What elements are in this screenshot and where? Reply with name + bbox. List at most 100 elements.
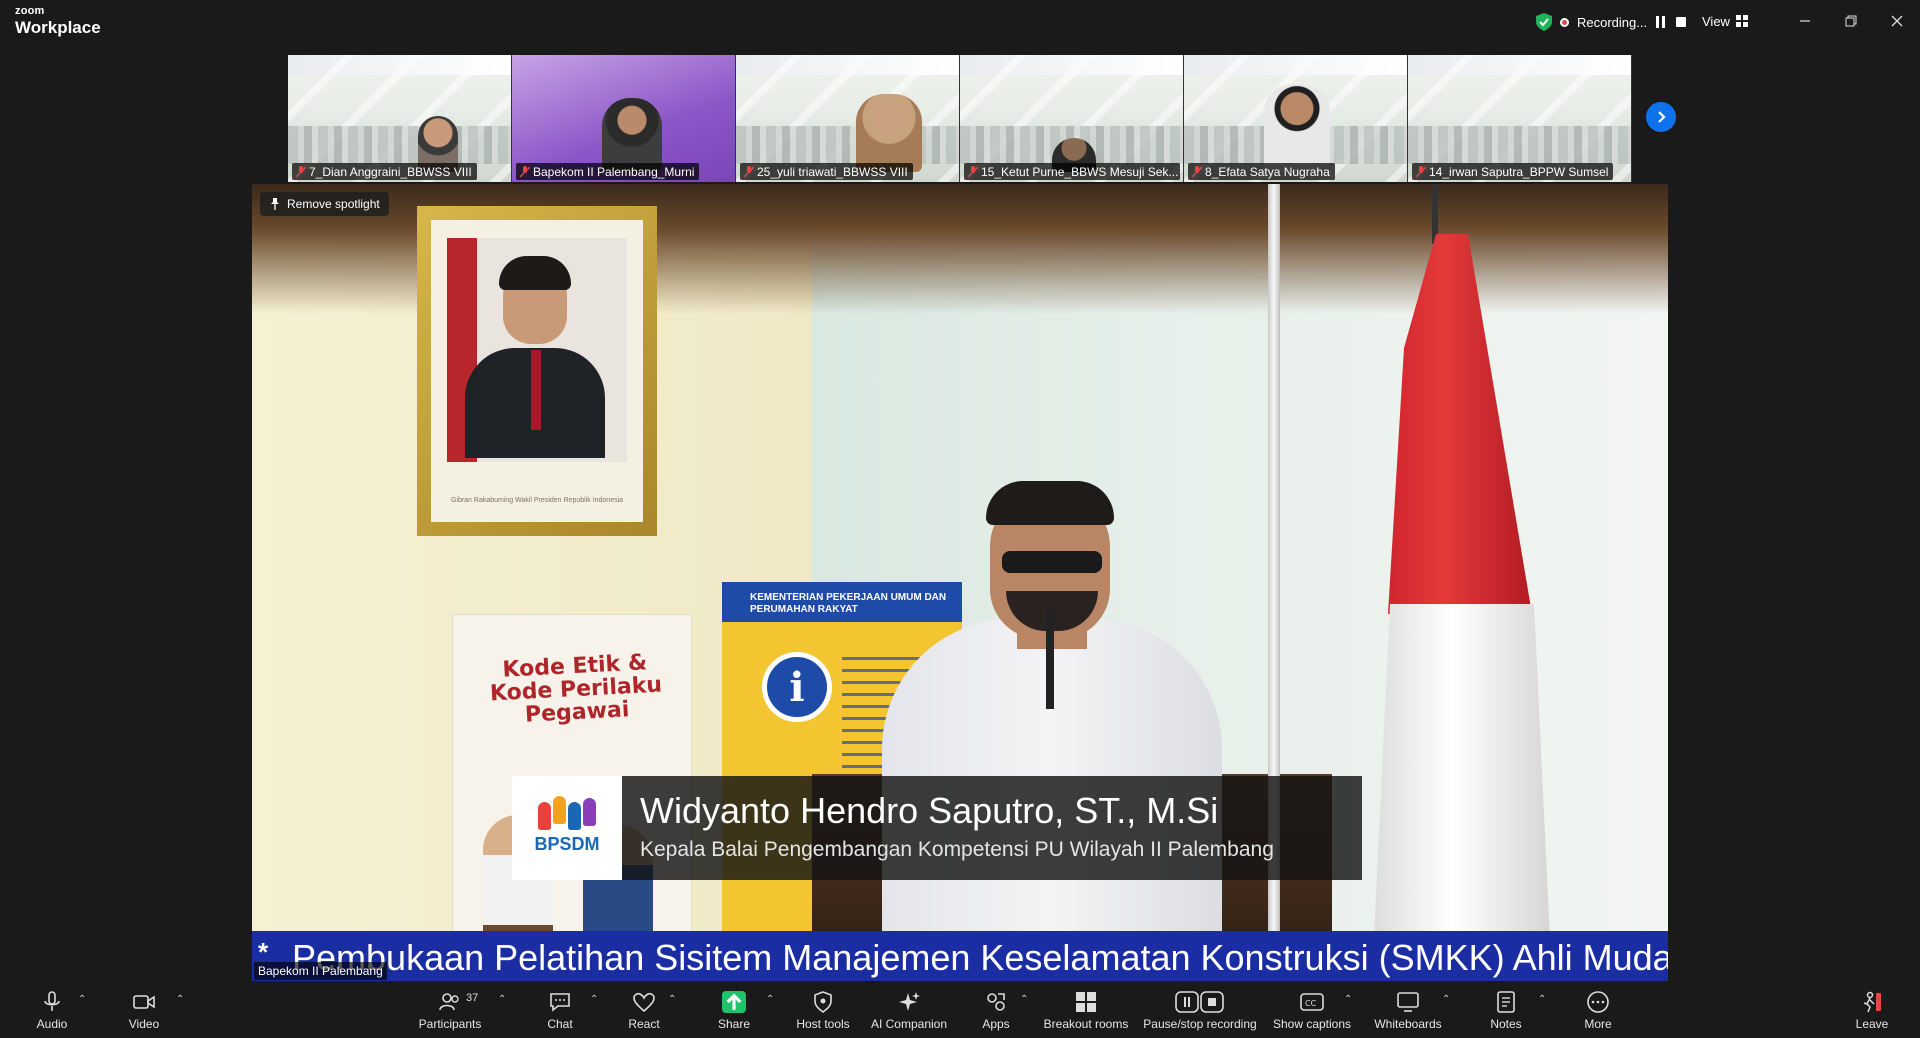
mic-muted-icon	[296, 166, 306, 178]
spotlight-speaker-name: Bapekom II Palembang	[254, 962, 387, 980]
mic-muted-icon	[744, 166, 754, 178]
apps-label: Apps	[982, 1017, 1010, 1031]
captions-options-caret[interactable]: ⌃	[1344, 994, 1352, 1005]
heart-icon	[633, 992, 655, 1013]
host-tools-button[interactable]: Host tools	[792, 984, 854, 1038]
participant-tile[interactable]: 14_irwan Saputra_BPPW Sumsel	[1408, 55, 1632, 182]
participant-tile[interactable]: 8_Efata Satya Nugraha	[1184, 55, 1408, 182]
participants-options-caret[interactable]: ⌃	[498, 994, 506, 1005]
portrait-frame: Gibran Rakabuming Wakil Presiden Republi…	[417, 206, 657, 536]
share-button[interactable]: Share	[714, 984, 754, 1038]
notes-label: Notes	[1490, 1017, 1522, 1031]
flag-white	[1372, 604, 1552, 981]
participant-name: 25_yuli triawati_BBWSS VIII	[757, 165, 908, 179]
chat-options-caret[interactable]: ⌃	[590, 994, 598, 1005]
participant-name: 14_irwan Saputra_BPPW Sumsel	[1429, 165, 1609, 179]
breakout-rooms-label: Breakout rooms	[1043, 1017, 1129, 1031]
remove-spotlight-button[interactable]: Remove spotlight	[260, 192, 389, 216]
video-label: Video	[128, 1017, 160, 1031]
closed-captions-icon: CC	[1300, 993, 1324, 1011]
more-button[interactable]: More	[1578, 984, 1618, 1038]
participant-name-tag: 8_Efata Satya Nugraha	[1188, 163, 1335, 180]
tile-city	[736, 126, 959, 164]
view-label: View	[1702, 13, 1730, 29]
next-page-button[interactable]	[1646, 102, 1676, 132]
notes-icon	[1497, 991, 1515, 1013]
speaker-name-title: Widyanto Hendro Saputro, ST., M.Si	[640, 790, 1219, 831]
react-options-caret[interactable]: ⌃	[668, 994, 676, 1005]
apps-button[interactable]: Apps	[976, 984, 1016, 1038]
whiteboards-button[interactable]: Whiteboards	[1372, 984, 1444, 1038]
restore-button[interactable]	[1836, 8, 1866, 34]
ai-companion-button[interactable]: AI Companion	[868, 984, 950, 1038]
participant-tile[interactable]: 15_Ketut Purne_BBWS Mesuji Sek...	[960, 55, 1184, 182]
stop-icon[interactable]	[1675, 16, 1687, 28]
bpsdm-logo: BPSDM	[512, 776, 622, 880]
minimize-button[interactable]	[1790, 8, 1820, 34]
show-captions-label: Show captions	[1272, 1017, 1352, 1031]
audio-options-caret[interactable]: ⌃	[78, 994, 86, 1005]
participant-name-tag: Bapekom II Palembang_Murni	[516, 163, 700, 180]
more-icon	[1587, 991, 1609, 1013]
zoom-logo: zoom Workplace	[15, 5, 101, 37]
brand-small: zoom	[15, 5, 45, 17]
participant-video	[602, 98, 662, 172]
breakout-rooms-button[interactable]: Breakout rooms	[1042, 984, 1130, 1038]
chat-label: Chat	[547, 1017, 573, 1031]
show-captions-button[interactable]: CC Show captions	[1272, 984, 1352, 1038]
leave-icon	[1863, 991, 1881, 1013]
share-options-caret[interactable]: ⌃	[766, 994, 774, 1005]
participants-icon	[439, 993, 459, 1011]
speaker-position: Kepala Balai Pengembangan Kompetensi PU …	[640, 838, 1274, 861]
grid-icon	[1735, 15, 1748, 27]
view-button[interactable]: View	[1702, 10, 1748, 32]
participant-tile[interactable]: 7_Dian Anggraini_BBWSS VIII	[288, 55, 512, 182]
ai-companion-label: AI Companion	[870, 1017, 948, 1031]
pause-stop-recording-button[interactable]: Pause/stop recording	[1142, 984, 1258, 1038]
participant-tile[interactable]: 25_yuli triawati_BBWSS VIII	[736, 55, 960, 182]
pin-icon	[271, 198, 279, 210]
pause-stop-recording-icon	[1175, 991, 1224, 1013]
shield-check-icon[interactable]	[1536, 13, 1552, 31]
notes-options-caret[interactable]: ⌃	[1538, 994, 1546, 1005]
remove-spotlight-label: Remove spotlight	[287, 197, 380, 211]
svg-text:CC: CC	[1305, 999, 1317, 1008]
participants-label: Participants	[418, 1017, 482, 1031]
host-tools-label: Host tools	[796, 1017, 850, 1031]
participant-name-tag: 14_irwan Saputra_BPPW Sumsel	[1412, 163, 1614, 180]
restore-icon	[1845, 15, 1857, 27]
video-options-caret[interactable]: ⌃	[176, 994, 184, 1005]
participant-name: Bapekom II Palembang_Murni	[533, 165, 695, 179]
portrait-caption: Gibran Rakabuming Wakil Presiden Republi…	[450, 497, 624, 504]
participant-video	[856, 94, 922, 172]
close-icon	[1891, 15, 1903, 27]
participant-name-tag: 7_Dian Anggraini_BBWSS VIII	[292, 163, 477, 180]
apps-icon	[987, 993, 1005, 1011]
leave-button[interactable]: Leave	[1852, 984, 1892, 1038]
audio-label: Audio	[36, 1017, 68, 1031]
title-bar: zoom Workplace Recording... View	[0, 0, 1920, 44]
notes-button[interactable]: Notes	[1486, 984, 1526, 1038]
more-label: More	[1584, 1017, 1612, 1031]
minimize-icon	[1800, 20, 1810, 22]
info-icon: i	[762, 652, 832, 722]
whiteboard-icon	[1397, 992, 1419, 1012]
video-camera-icon	[133, 995, 155, 1009]
video-button[interactable]: Video	[124, 984, 164, 1038]
mic-muted-icon	[1416, 166, 1426, 178]
brand-large: Workplace	[15, 18, 101, 37]
portrait-image	[447, 238, 627, 462]
participant-tile[interactable]: Bapekom II Palembang_Murni	[512, 55, 736, 182]
chat-button[interactable]: Chat	[540, 984, 580, 1038]
mic-muted-icon	[968, 166, 978, 178]
apps-options-caret[interactable]: ⌃	[1020, 994, 1028, 1005]
whiteboards-label: Whiteboards	[1374, 1017, 1442, 1031]
whiteboards-options-caret[interactable]: ⌃	[1442, 994, 1450, 1005]
spotlight-video[interactable]: Gibran Rakabuming Wakil Presiden Republi…	[252, 184, 1668, 981]
close-button[interactable]	[1882, 8, 1912, 34]
participant-name-tag: 25_yuli triawati_BBWSS VIII	[740, 163, 913, 180]
audio-button[interactable]: Audio	[32, 984, 72, 1038]
lower-third: BPSDM Widyanto Hendro Saputro, ST., M.Si…	[512, 776, 1362, 880]
react-button[interactable]: React	[624, 984, 664, 1038]
pause-icon[interactable]	[1655, 16, 1667, 28]
